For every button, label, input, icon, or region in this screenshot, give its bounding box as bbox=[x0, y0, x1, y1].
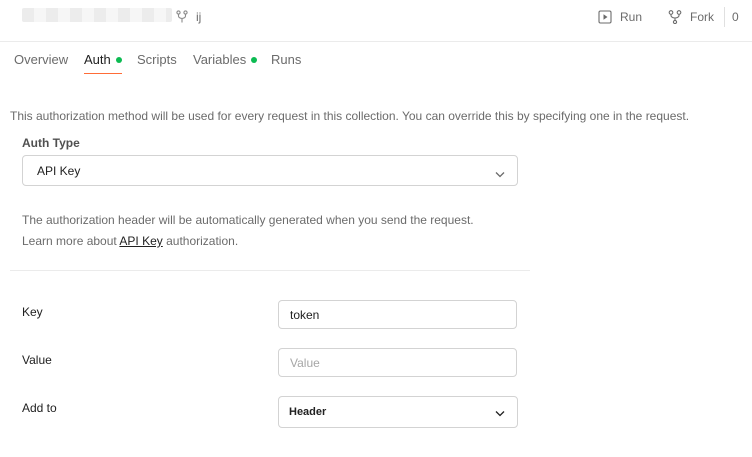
learn-more-prefix: Learn more about bbox=[22, 234, 120, 248]
tab-scripts[interactable]: Scripts bbox=[137, 52, 177, 76]
collection-name-redacted[interactable] bbox=[22, 8, 172, 22]
fork-button-icon bbox=[668, 10, 682, 24]
tab-label: Runs bbox=[271, 52, 302, 67]
section-divider bbox=[10, 270, 530, 271]
auth-learn-more: Learn more about API Key authorization. bbox=[22, 234, 238, 248]
tab-label: Auth bbox=[84, 52, 111, 67]
status-dot bbox=[115, 57, 122, 63]
run-button[interactable]: Run bbox=[598, 7, 642, 27]
key-input[interactable] bbox=[278, 300, 517, 329]
chevron-down-icon bbox=[495, 408, 505, 420]
fork-count[interactable]: 0 bbox=[732, 10, 739, 24]
auth-type-select[interactable]: API Key bbox=[22, 155, 518, 186]
active-tab-indicator bbox=[84, 73, 122, 74]
value-label: Value bbox=[22, 353, 52, 367]
tab-runs[interactable]: Runs bbox=[271, 52, 301, 76]
fork-icon bbox=[176, 10, 188, 24]
learn-more-suffix: authorization. bbox=[162, 234, 239, 248]
auth-type-value: API Key bbox=[37, 163, 81, 178]
auth-description: This authorization method will be used f… bbox=[10, 109, 690, 123]
key-label: Key bbox=[22, 305, 43, 319]
auth-info-text: The authorization header will be automat… bbox=[22, 213, 474, 227]
auth-type-label: Auth Type bbox=[22, 136, 80, 150]
tab-label: Variables bbox=[193, 52, 247, 67]
tab-variables[interactable]: Variables bbox=[193, 52, 258, 76]
tab-label: Scripts bbox=[137, 52, 177, 67]
chevron-down-icon bbox=[495, 167, 505, 181]
fork-label: Fork bbox=[690, 10, 714, 24]
run-icon bbox=[598, 10, 612, 24]
add-to-value: Header bbox=[289, 406, 327, 418]
collection-header: ij Run Fork 0 bbox=[0, 0, 752, 42]
status-dot bbox=[251, 57, 258, 63]
add-to-label: Add to bbox=[22, 401, 57, 415]
tab-label: Overview bbox=[14, 52, 69, 67]
run-label: Run bbox=[620, 10, 643, 24]
fork-divider bbox=[724, 7, 725, 27]
fork-button[interactable]: Fork bbox=[668, 7, 714, 27]
value-input[interactable] bbox=[278, 348, 517, 377]
tab-overview[interactable]: Overview bbox=[14, 52, 68, 76]
api-key-docs-link[interactable]: API Key bbox=[119, 234, 162, 248]
add-to-select[interactable]: Header bbox=[278, 396, 518, 428]
environment-label: ij bbox=[196, 10, 202, 24]
